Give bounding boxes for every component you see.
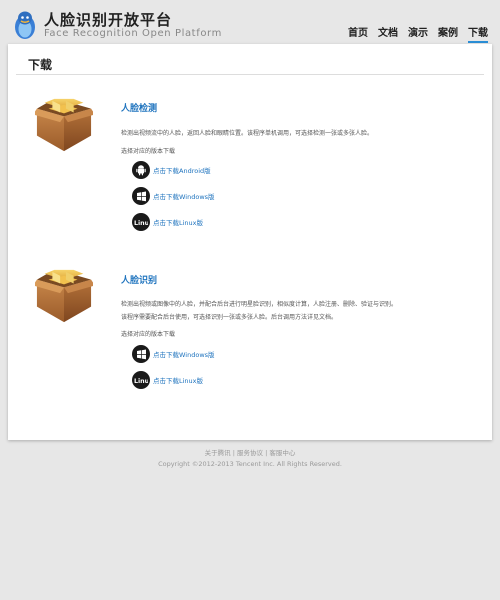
linux-icon: Linux xyxy=(132,371,150,389)
download-windows-link[interactable]: 点击下载Windows版 xyxy=(153,349,215,359)
download-linux-button[interactable]: Linux 点击下载Linux版 xyxy=(132,370,203,390)
site-header: 人脸识别开放平台 Face Recognition Open Platform … xyxy=(0,0,500,44)
footer-link-terms[interactable]: 服务协议 xyxy=(237,449,263,457)
android-icon xyxy=(132,161,150,179)
section-title-face-recognition[interactable]: 人脸识别 xyxy=(121,273,157,286)
nav-home[interactable]: 首页 xyxy=(348,24,368,43)
svg-text:Linux: Linux xyxy=(134,378,148,384)
nav-demo[interactable]: 演示 xyxy=(408,24,428,43)
windows-icon xyxy=(132,345,150,363)
section-desc-line-2: 该程序需要配合后台使用，可选择识别一张或多张人脸。后台调用方法详见文档。 xyxy=(121,314,338,321)
nav-docs[interactable]: 文档 xyxy=(378,24,398,43)
section-desc-face-detect: 检测出视频流中的人脸，返回人脸和眼睛位置。该程序单机调用，可选择检测一张或多张人… xyxy=(121,130,374,137)
page-title: 下载 xyxy=(28,58,53,72)
download-windows-button[interactable]: 点击下载Windows版 xyxy=(132,344,215,364)
footer-copyright: Copyright ©2012-2013 Tencent Inc. All Ri… xyxy=(158,460,342,468)
footer-link-about[interactable]: 关于腾讯 xyxy=(205,449,231,457)
section-select-label: 选择对应的版本下载 xyxy=(121,148,176,155)
site-subtitle: Face Recognition Open Platform xyxy=(44,28,222,39)
site-title: 人脸识别开放平台 xyxy=(44,11,173,29)
nav-download[interactable]: 下载 xyxy=(468,24,488,43)
svg-text:Linux: Linux xyxy=(134,220,148,226)
package-box-icon xyxy=(35,98,93,154)
download-android-link[interactable]: 点击下载Android版 xyxy=(153,165,211,175)
download-linux-link[interactable]: 点击下载Linux版 xyxy=(153,217,203,227)
package-box-icon xyxy=(35,269,93,325)
qq-penguin-icon[interactable] xyxy=(12,10,38,40)
download-windows-link[interactable]: 点击下载Windows版 xyxy=(153,191,215,201)
footer-link-help[interactable]: 客服中心 xyxy=(269,449,295,457)
download-linux-link[interactable]: 点击下载Linux版 xyxy=(153,375,203,385)
section-title-face-detect[interactable]: 人脸检测 xyxy=(121,101,157,114)
windows-icon xyxy=(132,187,150,205)
download-windows-button[interactable]: 点击下载Windows版 xyxy=(132,186,215,206)
download-linux-button[interactable]: Linux 点击下载Linux版 xyxy=(132,212,203,232)
download-android-button[interactable]: 点击下载Android版 xyxy=(132,160,211,180)
top-nav: 首页 文档 演示 案例 下载 xyxy=(338,24,488,43)
nav-cases[interactable]: 案例 xyxy=(438,24,458,43)
title-divider xyxy=(16,74,484,75)
linux-icon: Linux xyxy=(132,213,150,231)
footer-links: 关于腾讯 | 服务协议 | 客服中心 xyxy=(0,448,500,459)
section-desc-line-1: 检测出视频或图像中的人脸，并配合后台进行明星脸识别，相似度计算，人脸注册、删除、… xyxy=(121,301,398,308)
section-select-label: 选择对应的版本下载 xyxy=(121,331,176,338)
site-footer: 关于腾讯 | 服务协议 | 客服中心 Copyright ©2012-2013 … xyxy=(0,448,500,470)
download-panel: 下载 人脸检测 检测出视频流中的人脸，返回人脸和眼睛位置。该程序单机调用，可选择… xyxy=(8,44,492,440)
